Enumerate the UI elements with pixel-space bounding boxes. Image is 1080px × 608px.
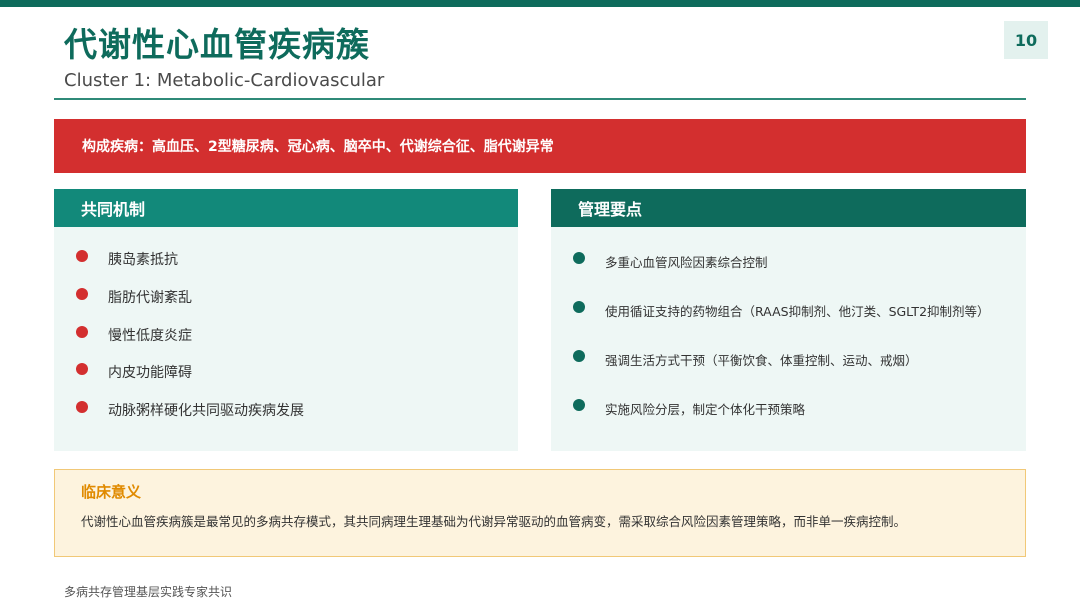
clinical-significance-title: 临床意义 (81, 483, 142, 501)
diseases-banner: 构成疾病：高血压、2型糖尿病、冠心病、脑卒中、代谢综合征、脂代谢异常 (54, 119, 1026, 173)
top-accent-bar (0, 0, 1080, 7)
bullet-dot-icon (573, 252, 585, 264)
list-item: 多重心血管风险因素综合控制 (573, 249, 768, 273)
list-item-text: 胰岛素抵抗 (108, 252, 178, 268)
bullet-dot-icon (76, 250, 88, 262)
management-card-title: 管理要点 (578, 200, 643, 219)
bullet-dot-icon (573, 350, 585, 362)
list-item: 动脉粥样硬化共同驱动疾病发展 (76, 398, 304, 422)
list-item: 胰岛素抵抗 (76, 247, 178, 271)
bullet-dot-icon (76, 363, 88, 375)
bullet-dot-icon (76, 326, 88, 338)
page-subtitle: Cluster 1: Metabolic-Cardiovascular (64, 70, 385, 91)
list-item-text: 脂肪代谢紊乱 (108, 290, 192, 306)
list-item-text: 强调生活方式干预（平衡饮食、体重控制、运动、戒烟） (605, 352, 918, 368)
mechanisms-card-title: 共同机制 (81, 200, 146, 219)
mechanisms-card-header: 共同机制 (54, 189, 518, 227)
header-divider (54, 98, 1026, 100)
management-card-header: 管理要点 (551, 189, 1026, 227)
list-item-text: 内皮功能障碍 (108, 365, 192, 381)
list-item-text: 多重心血管风险因素综合控制 (605, 254, 768, 270)
list-item: 强调生活方式干预（平衡饮食、体重控制、运动、戒烟） (573, 347, 918, 371)
page-title: 代谢性心血管疾病簇 (64, 25, 370, 64)
footer-source: 多病共存管理基层实践专家共识 (64, 585, 233, 599)
list-item: 实施风险分层，制定个体化干预策略 (573, 396, 805, 420)
list-item-text: 慢性低度炎症 (108, 328, 192, 344)
list-item: 使用循证支持的药物组合（RAAS抑制剂、他汀类、SGLT2抑制剂等） (573, 298, 990, 322)
list-item: 脂肪代谢紊乱 (76, 285, 192, 309)
bullet-dot-icon (76, 401, 88, 413)
page-number: 10 (1004, 21, 1048, 59)
bullet-dot-icon (573, 301, 585, 313)
list-item-text: 动脉粥样硬化共同驱动疾病发展 (108, 403, 304, 419)
mechanisms-card: 共同机制 胰岛素抵抗 脂肪代谢紊乱 慢性低度炎症 内皮功能障碍 动脉粥样硬化共同… (54, 189, 518, 451)
clinical-significance-box: 临床意义 代谢性心血管疾病簇是最常见的多病共存模式，其共同病理生理基础为代谢异常… (54, 469, 1026, 557)
management-card: 管理要点 多重心血管风险因素综合控制 使用循证支持的药物组合（RAAS抑制剂、他… (551, 189, 1026, 451)
bullet-dot-icon (76, 288, 88, 300)
list-item-text: 使用循证支持的药物组合（RAAS抑制剂、他汀类、SGLT2抑制剂等） (605, 303, 990, 319)
list-item: 内皮功能障碍 (76, 360, 192, 384)
clinical-significance-text: 代谢性心血管疾病簇是最常见的多病共存模式，其共同病理生理基础为代谢异常驱动的血管… (81, 514, 907, 529)
list-item: 慢性低度炎症 (76, 323, 192, 347)
diseases-banner-text: 构成疾病：高血压、2型糖尿病、冠心病、脑卒中、代谢综合征、脂代谢异常 (82, 139, 554, 155)
bullet-dot-icon (573, 399, 585, 411)
list-item-text: 实施风险分层，制定个体化干预策略 (605, 401, 806, 417)
